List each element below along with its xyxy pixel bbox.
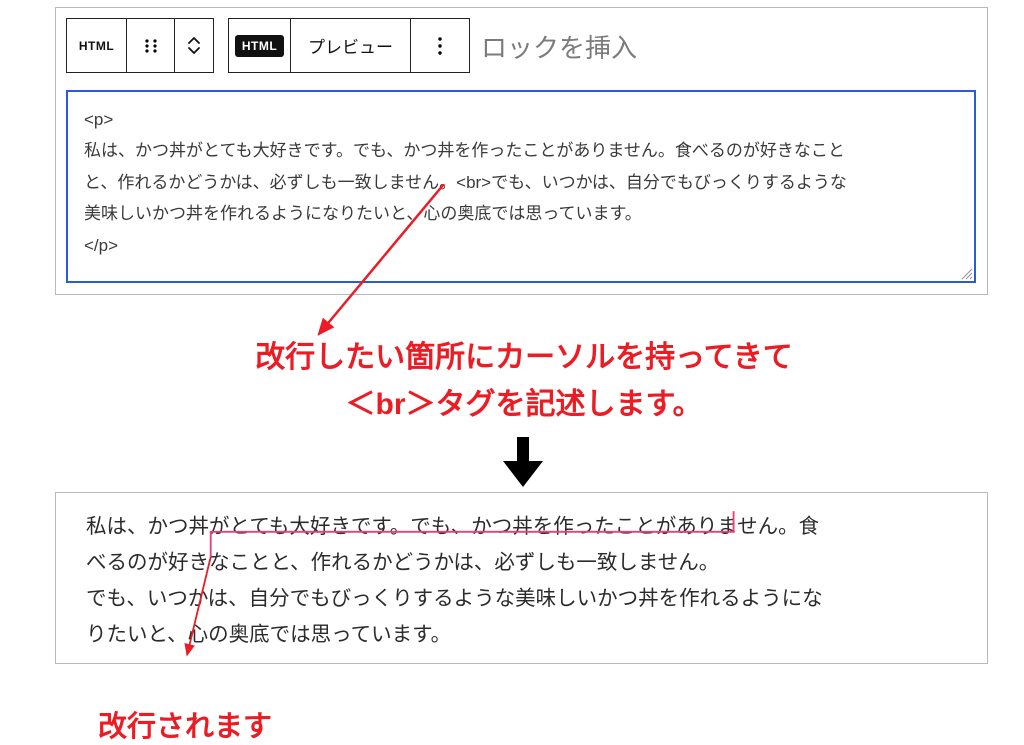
preview-mode-button[interactable]: プレビュー — [291, 19, 411, 72]
toolbar-group-right: HTML プレビュー — [228, 18, 470, 73]
html-chip-icon: HTML — [235, 35, 284, 57]
code-line-1: 私は、かつ丼がとても大好きです。でも、かつ丼を作ったことがありません。食べるのが… — [84, 135, 958, 166]
result-annotation-text: 改行されます — [98, 703, 272, 745]
block-editor-panel: HTML — [55, 7, 988, 295]
code-line-3: 美味しいかつ丼を作れるようになりたいと、心の奥底では思っています。 — [84, 198, 958, 229]
preview-line-1a: 私は、かつ丼がとても大好きです。でも、かつ丼を作ったことがありません。食 — [86, 509, 957, 545]
preview-output-panel: 私は、かつ丼がとても大好きです。でも、かつ丼を作ったことがありません。食 べるの… — [55, 492, 988, 664]
chevron-down-icon — [188, 46, 200, 54]
preview-line-2a: でも、いつかは、自分でもびっくりするような美味しいかつ丼を作れるようにな — [86, 581, 957, 617]
code-br-tag: <br> — [456, 173, 491, 192]
kebab-menu-icon — [438, 37, 442, 55]
more-options-button[interactable] — [411, 19, 469, 72]
down-arrow-icon — [503, 437, 543, 487]
drag-handle-icon — [142, 37, 160, 55]
drag-handle[interactable] — [127, 19, 175, 72]
block-toolbar: HTML — [66, 18, 470, 73]
textarea-resize-handle[interactable] — [959, 266, 973, 280]
preview-line-1b: べるのが好きなことと、作れるかどうかは、必ずしも一致しません。 — [86, 545, 957, 581]
instruction-line-2: ＜br＞タグを記述します。 — [124, 382, 924, 429]
html-mode-button[interactable]: HTML — [229, 19, 291, 72]
code-close-tag: </p> — [84, 230, 958, 261]
code-line-2-after: でも、いつかは、自分でもびっくりするような — [491, 173, 847, 192]
instruction-line-1: 改行したい箇所にカーソルを持ってきて — [124, 335, 924, 382]
preview-line-2b: りたいと、心の奥底では思っています。 — [86, 617, 957, 653]
code-line-2-before: と、作れるかどうかは、必ずしも一致しません。 — [84, 173, 456, 192]
insert-block-placeholder: ロックを挿入 — [481, 28, 637, 65]
toolbar-group-left: HTML — [66, 18, 214, 73]
move-up-down-buttons[interactable] — [175, 19, 213, 72]
html-type-button[interactable]: HTML — [67, 19, 127, 72]
instruction-text: 改行したい箇所にカーソルを持ってきて ＜br＞タグを記述します。 — [124, 335, 924, 428]
html-code-textarea[interactable]: <p> 私は、かつ丼がとても大好きです。でも、かつ丼を作ったことがありません。食… — [66, 90, 976, 283]
code-line-2: と、作れるかどうかは、必ずしも一致しません。<br>でも、いつかは、自分でもびっ… — [84, 167, 958, 198]
chevron-up-icon — [188, 37, 200, 45]
code-open-tag: <p> — [84, 104, 958, 135]
